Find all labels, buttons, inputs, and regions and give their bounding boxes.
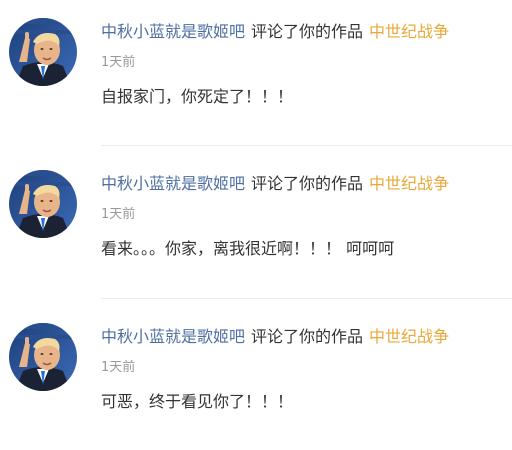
comment-text: 自报家门，你死定了！！！ [101,87,294,106]
notification-feed: 中秋小蓝就是歌姬吧评论了你的作品中世纪战争 1天前 自报家门，你死定了！！！ [0,0,512,435]
comment-text: 看来。。。你家，离我很近啊！！！ 呵呵呵 [101,239,395,258]
work-title-link[interactable]: 中世纪战争 [369,22,449,41]
divider [101,145,512,146]
timestamp: 1天前 [101,360,136,375]
action-text: 评论了你的作品 [251,327,364,346]
notification-item: 中秋小蓝就是歌姬吧 评论了你的作品 中世纪战争 1天前 自报家门，你死定了！！！ [0,0,512,146]
user-avatar[interactable] [9,18,77,86]
timestamp: 1天前 [101,207,136,222]
action-text: 评论了你的作品 [251,174,364,193]
work-title-link[interactable]: 中世纪战争 [369,327,449,346]
divider [101,298,512,299]
comment-text: 可恶，终于看见你了！！！ [101,392,294,411]
notification-header: 中秋小蓝就是歌姬吧 评论了你的作品 中世纪战争 [101,327,449,347]
notification-header: 中秋小蓝就是歌姬吧 评论了你的作品 中世纪战争 [101,174,449,194]
username-link[interactable]: 中秋小蓝就是歌姬吧 [101,174,245,193]
work-title-link[interactable]: 中世纪战争 [369,174,449,193]
user-avatar[interactable] [9,170,77,238]
action-text: 评论了你的作品 [251,22,364,41]
username-link[interactable]: 中秋小蓝就是歌姬吧 [101,22,245,41]
avatar-photo-icon [9,18,77,86]
user-avatar[interactable] [9,323,77,391]
timestamp: 1天前 [101,55,136,70]
avatar-photo-icon [9,170,77,238]
notification-item: 中秋小蓝就是歌姬吧 评论了你的作品 中世纪战争 1天前 可恶，终于看见你了！！！ [0,305,512,450]
username-link[interactable]: 中秋小蓝就是歌姬吧 [101,327,245,346]
notification-header: 中秋小蓝就是歌姬吧 评论了你的作品 中世纪战争 [101,22,449,42]
avatar-photo-icon [9,323,77,391]
notification-item: 中秋小蓝就是歌姬吧 评论了你的作品 中世纪战争 1天前 看来。。。你家，离我很近啊！… [0,152,512,299]
